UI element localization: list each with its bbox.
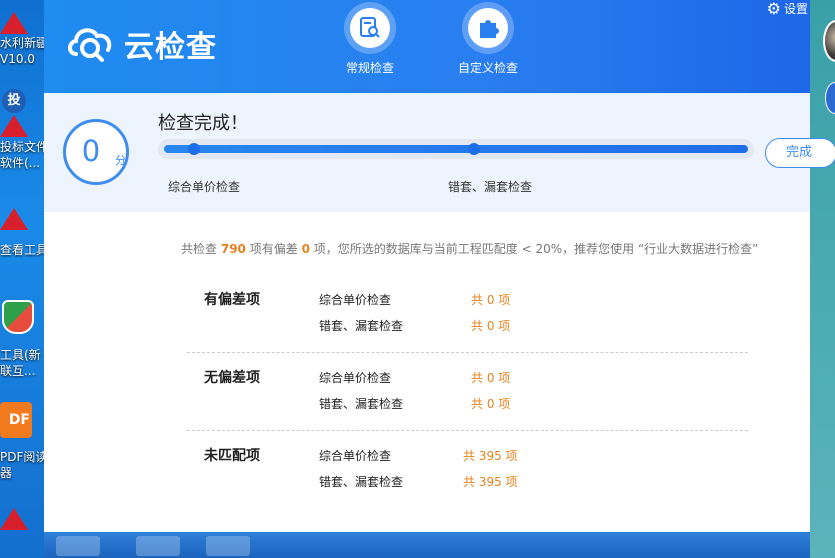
summary-text: 共检查 790 项有偏差 0 项，您所选的数据库与当前工程匹配度 < 20%，推…	[181, 240, 758, 257]
score-unit: 分	[115, 154, 126, 167]
cloud-check-window: 云检查 常规检查 自定义检查 ⚙ 设置 0 分 检查完成！ 综合单价检查 错套、…	[44, 0, 835, 532]
row-count: 共 0 项	[471, 319, 511, 333]
puzzle-icon	[480, 20, 499, 38]
row-name: 综合单价检查	[319, 449, 392, 463]
stage-dot	[188, 143, 200, 155]
nav-label: 常规检查	[345, 61, 394, 75]
divider	[187, 352, 748, 353]
cloud-search-icon	[68, 28, 112, 62]
group-title: 有偏差项	[204, 292, 260, 308]
stage-label: 错套、漏套检查	[448, 180, 533, 194]
row-count: 共 395 项	[463, 449, 518, 463]
done-button[interactable]: 完成	[765, 138, 835, 168]
desktop-icon-label: 软件(...	[0, 156, 41, 170]
header: 云检查 常规检查 自定义检查 ⚙ 设置	[44, 0, 810, 93]
nav-icon-ring	[462, 2, 514, 54]
desktop-icon-label: 器	[0, 466, 13, 480]
total-count: 790	[220, 242, 246, 256]
taskbar	[44, 532, 810, 558]
app-icon	[0, 208, 28, 230]
app-icon[interactable]	[0, 508, 28, 530]
score-ring: 0 分	[63, 119, 129, 185]
document-search-icon	[360, 17, 380, 38]
group-title: 未匹配项	[204, 448, 260, 464]
row-name: 综合单价检查	[319, 371, 392, 385]
app-title: 云检查	[124, 30, 217, 65]
progress-track	[158, 139, 754, 159]
row-name: 综合单价检查	[319, 293, 392, 307]
nav-icon-bg	[468, 8, 508, 48]
settings-button[interactable]: ⚙ 设置	[767, 0, 808, 18]
desktop-icon-label: PDF阅读	[0, 450, 44, 464]
row-count: 共 0 项	[471, 397, 511, 411]
progress-section: 0 分 检查完成！ 综合单价检查 错套、漏套检查 完成	[44, 93, 835, 212]
row-name: 错套、漏套检查	[319, 397, 404, 411]
shield-icon	[2, 300, 34, 334]
summary-suffix: 项，您所选的数据库与当前工程匹配度 < 20%，推荐您使用 “行业大数据进行检查…	[313, 242, 759, 256]
taskbar-item[interactable]	[56, 536, 100, 556]
taskbar-item[interactable]	[136, 536, 180, 556]
tou-icon: 投	[2, 89, 26, 113]
row-name: 错套、漏套检查	[319, 475, 404, 489]
nav-label: 自定义检查	[457, 61, 518, 75]
group-title: 无偏差项	[204, 370, 260, 386]
desktop-icon-label: 投标文件	[0, 140, 44, 154]
nav-icon-bg	[350, 8, 390, 48]
row-count: 共 395 项	[463, 475, 518, 489]
taskbar-item[interactable]	[206, 536, 250, 556]
stage-label: 综合单价检查	[168, 180, 241, 194]
desktop-icon-label: 查看工具	[0, 243, 44, 257]
summary-mid: 项有偏差	[249, 242, 298, 256]
nav-custom-check[interactable]: 自定义检查	[443, 2, 533, 76]
row-count: 共 0 项	[471, 293, 511, 307]
pdf-icon: DF	[0, 402, 32, 438]
settings-label: 设置	[783, 2, 808, 16]
desktop-icon-label: V10.0	[0, 52, 35, 66]
nav-regular-check[interactable]: 常规检查	[325, 2, 415, 76]
app-icon	[0, 115, 28, 137]
divider	[187, 430, 748, 431]
score-value: 0	[81, 134, 101, 168]
desktop-icon-label: 工具(新	[0, 348, 41, 362]
stage-dot	[468, 143, 480, 155]
desktop-icon-label: 联互...	[0, 364, 36, 378]
desktop-icon-label: 水利新疆	[0, 36, 44, 50]
row-count: 共 0 项	[471, 371, 511, 385]
nav-icon-ring	[344, 2, 396, 54]
summary-prefix: 共检查	[181, 242, 218, 256]
deviation-count: 0	[301, 242, 310, 256]
app-icon	[0, 12, 28, 34]
gear-icon: ⚙	[766, 0, 781, 18]
progress-fill	[164, 145, 748, 153]
status-title: 检查完成！	[158, 113, 248, 134]
row-name: 错套、漏套检查	[319, 319, 404, 333]
